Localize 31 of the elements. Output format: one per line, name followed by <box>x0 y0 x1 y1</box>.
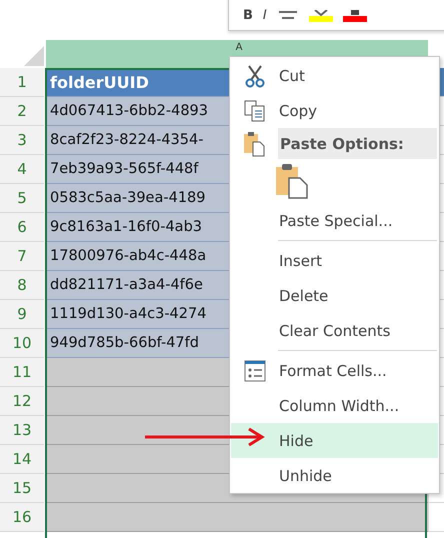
font-color-icon[interactable] <box>342 10 369 22</box>
row-number[interactable]: 11 <box>0 358 44 387</box>
row-number[interactable]: 15 <box>0 474 44 503</box>
italic-button[interactable]: I <box>262 8 267 22</box>
menu-item[interactable]: Unhide <box>231 458 438 493</box>
align-center-icon[interactable] <box>276 10 299 22</box>
row-number[interactable]: 1 <box>0 68 44 97</box>
row-number[interactable]: 5 <box>0 184 44 213</box>
row-number[interactable]: 13 <box>0 416 44 445</box>
menu-item[interactable]: Hide <box>231 423 438 458</box>
table-cell <box>428 503 444 532</box>
row-number[interactable]: 8 <box>0 271 44 300</box>
row-number[interactable]: 6 <box>0 213 44 242</box>
row-number[interactable]: 12 <box>0 387 44 416</box>
bold-button[interactable]: B <box>243 8 253 22</box>
row-number[interactable]: 9 <box>0 300 44 329</box>
row-number[interactable]: 14 <box>0 445 44 474</box>
row-number[interactable]: 7 <box>0 242 44 271</box>
scissors-icon <box>244 64 266 88</box>
format-cells-icon <box>244 360 266 382</box>
clipboard-icon <box>243 130 265 156</box>
copy-icon <box>244 100 266 122</box>
row-number[interactable]: 4 <box>0 155 44 184</box>
menu-item[interactable]: Column Width... <box>231 388 438 423</box>
row-number[interactable]: 10 <box>0 329 44 358</box>
paste-options-heading: Paste Options: <box>278 128 437 159</box>
row-number[interactable]: 3 <box>0 126 44 155</box>
paste-button[interactable] <box>274 163 310 199</box>
highlight-color-icon[interactable] <box>308 10 333 22</box>
row-number[interactable]: 2 <box>0 97 44 126</box>
row-number[interactable]: 16 <box>0 503 44 532</box>
